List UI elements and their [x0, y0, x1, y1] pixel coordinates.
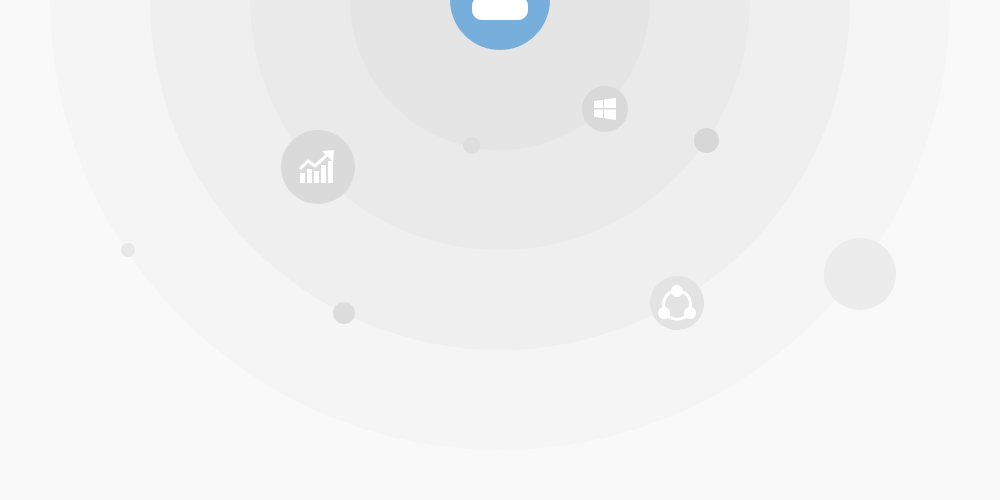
decorative-dot: [463, 137, 480, 154]
windows-node: [582, 86, 628, 132]
decorative-dot: [824, 238, 896, 310]
cloud-icon: [472, 0, 528, 20]
decorative-dot: [121, 243, 135, 257]
growth-chart-icon: [298, 150, 334, 183]
share-node: [650, 276, 704, 330]
chart-node: [281, 130, 355, 204]
windows-logo-icon: [594, 98, 616, 120]
decorative-dot: [333, 302, 355, 324]
share-network-icon: [658, 285, 696, 321]
decorative-dot: [694, 128, 719, 153]
